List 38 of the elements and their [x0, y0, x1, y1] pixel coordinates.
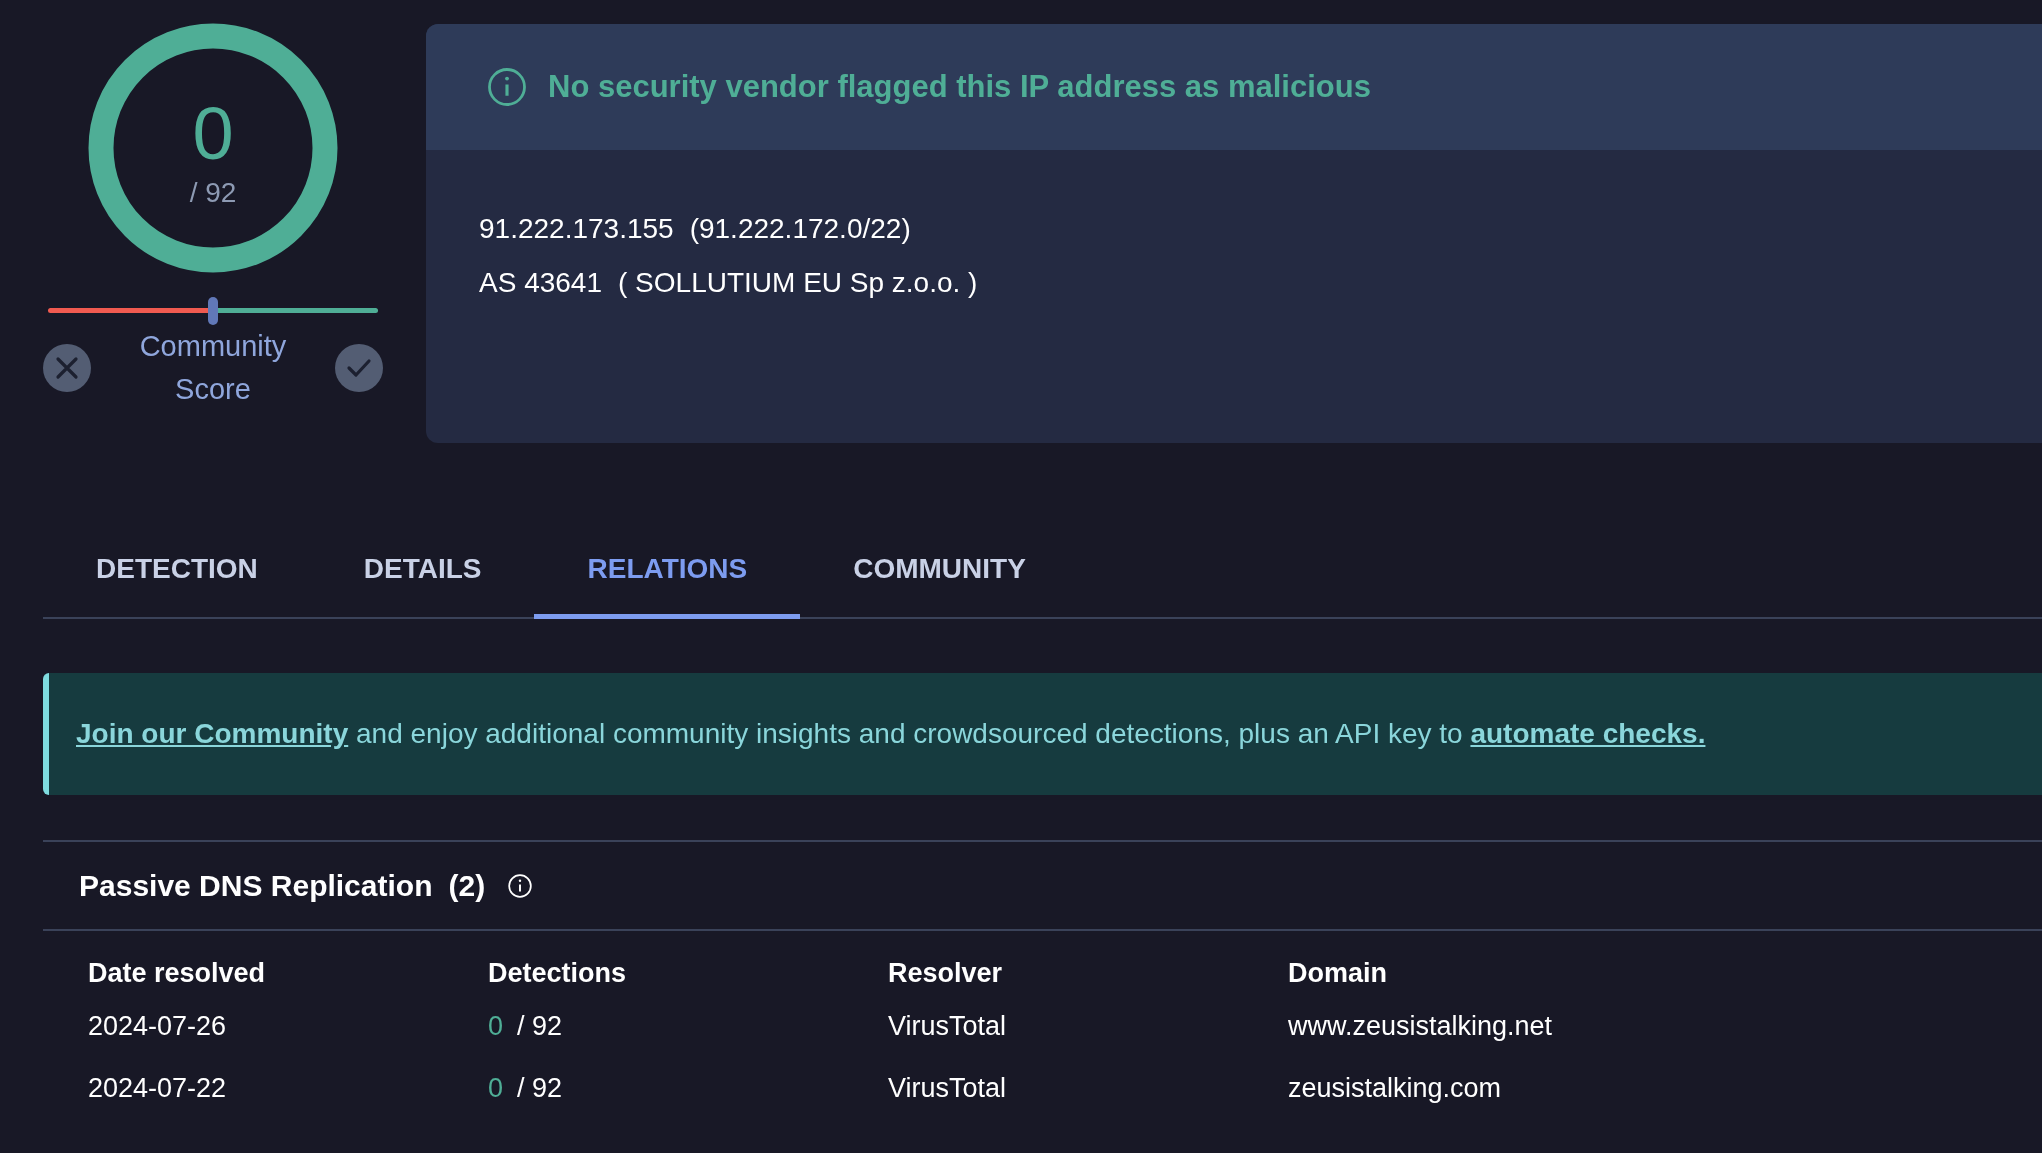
- column-header: Resolver: [888, 956, 1004, 990]
- domain-cell-text: www.zeusistalking.net: [1288, 1009, 1554, 1043]
- result-count: (2): [448, 868, 486, 903]
- date-cell-text: 2024-07-22: [88, 1071, 228, 1105]
- downvote-button[interactable]: [43, 344, 91, 392]
- community-invitation: Join our Community and enjoy additional community insights and crowdsourced detections, plus an API key to automate checks.: [76, 718, 1706, 750]
- detection-total: / 92: [189, 177, 237, 209]
- column-header: Domain: [1288, 956, 1388, 990]
- tab[interactable]: RELATIONS: [534, 519, 801, 619]
- ip-address: 91.222.173.155: [479, 213, 674, 245]
- asn-owner: ( SOLLUTIUM EU Sp z.o.o. ): [618, 267, 978, 299]
- tab[interactable]: COMMUNITY: [800, 519, 1079, 619]
- tab[interactable]: DETAILS: [310, 519, 535, 619]
- section-title: Passive DNS Replication: [79, 868, 433, 903]
- ip-range: (91.222.172.0/22): [689, 213, 911, 245]
- verdict-message: No security vendor flagged this IP address as malicious: [548, 69, 1371, 105]
- community-score-label: Community Score: [138, 329, 288, 407]
- tab[interactable]: DETECTION: [43, 519, 311, 619]
- resolver-cell-text: VirusTotal: [888, 1009, 1008, 1043]
- column-header: Detections: [488, 956, 628, 990]
- check-icon: [346, 358, 372, 378]
- info-icon: [507, 872, 534, 899]
- detection-count: 0: [488, 1072, 504, 1104]
- asn-number: AS 43641: [479, 267, 602, 299]
- upvote-button[interactable]: [335, 344, 383, 392]
- column-header: Date resolved: [88, 956, 267, 990]
- slider-thumb[interactable]: [208, 297, 218, 325]
- close-icon: [54, 355, 80, 381]
- info-icon: [486, 66, 528, 108]
- resolver-cell-text: VirusTotal: [888, 1071, 1008, 1105]
- community-link[interactable]: Join our Community: [76, 718, 349, 749]
- detection-count: 0: [488, 1010, 504, 1042]
- domain-cell-text: zeusistalking.com: [1288, 1071, 1503, 1105]
- detection-total: / 92: [517, 1010, 563, 1042]
- detection-total: / 92: [517, 1072, 563, 1104]
- community-link[interactable]: automate checks.: [1470, 718, 1706, 749]
- date-cell-text: 2024-07-26: [88, 1009, 228, 1043]
- detection-count: 0: [192, 97, 234, 171]
